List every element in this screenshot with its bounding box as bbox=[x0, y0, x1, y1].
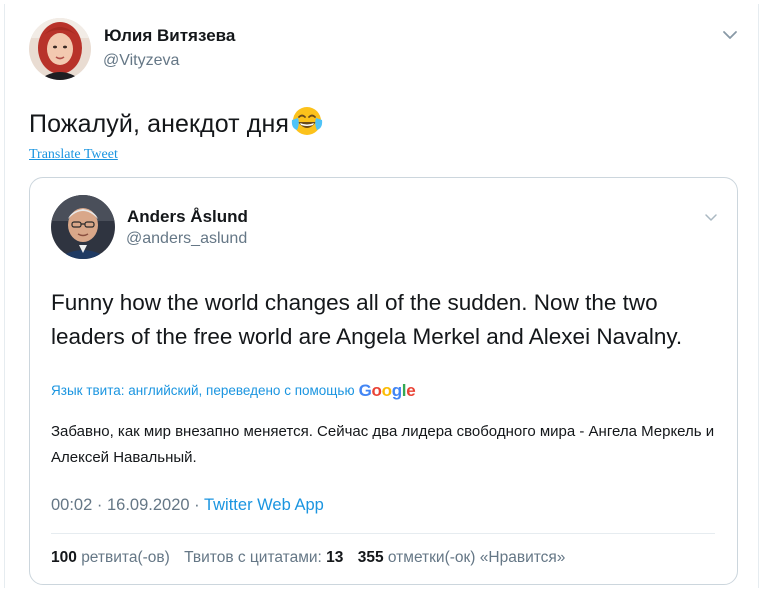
tweet-text: Пожалуй, анекдот дня bbox=[29, 104, 324, 139]
chevron-down-icon[interactable] bbox=[704, 210, 718, 221]
translation-note-label: Язык твита: английский, переведено с пом… bbox=[51, 383, 355, 398]
quotes-label: Твитов с цитатами: bbox=[184, 549, 322, 566]
retweets-label: ретвита(-ов) bbox=[81, 549, 170, 566]
tweet-card: Юлия Витязева @Vityzeva Пожалуй, анекдот… bbox=[4, 4, 759, 588]
meta-separator: · bbox=[96, 496, 103, 514]
author-handle[interactable]: @Vityzeva bbox=[103, 52, 179, 70]
tweet-source-link[interactable]: Twitter Web App bbox=[204, 496, 324, 514]
meta-separator: · bbox=[194, 496, 200, 514]
quoted-author-avatar[interactable] bbox=[51, 195, 115, 259]
likes-stat[interactable]: 355 отметки(-ок) «Нравится» bbox=[358, 549, 566, 566]
quotes-count: 13 bbox=[326, 549, 344, 566]
google-logo: Google bbox=[358, 381, 416, 400]
tweet-time[interactable]: 00:02 bbox=[51, 496, 92, 514]
tweet-date[interactable]: 16.09.2020 bbox=[107, 496, 190, 514]
tweet-stats: 100 ретвита(-ов) Твитов с цитатами: 13 3… bbox=[51, 549, 565, 567]
quoted-tweet-card[interactable]: Anders Åslund @anders_aslund Funny how t… bbox=[29, 177, 738, 585]
author-name[interactable]: Юлия Витязева bbox=[104, 26, 235, 46]
chevron-down-icon[interactable] bbox=[721, 28, 739, 42]
tweet-text-body: Пожалуй, анекдот дня bbox=[29, 110, 289, 138]
retweets-count: 100 bbox=[51, 549, 77, 566]
likes-label: отметки(-ок) «Нравится» bbox=[387, 549, 566, 566]
quotes-stat[interactable]: Твитов с цитатами: 13 bbox=[184, 549, 343, 566]
retweets-stat[interactable]: 100 ретвита(-ов) bbox=[51, 549, 170, 566]
author-avatar[interactable] bbox=[29, 18, 91, 80]
tweet-timestamp: 00:02 · 16.09.2020 · Twitter Web App bbox=[51, 496, 324, 515]
divider bbox=[51, 533, 715, 534]
quoted-tweet-text: Funny how the world changes all of the s… bbox=[51, 290, 683, 349]
face-with-tears-of-joy-icon bbox=[290, 104, 324, 138]
translate-tweet-link[interactable]: Translate Tweet bbox=[29, 147, 118, 163]
quoted-author-handle[interactable]: @anders_aslund bbox=[126, 230, 247, 248]
likes-count: 355 bbox=[357, 549, 384, 566]
quoted-author-name[interactable]: Anders Åslund bbox=[127, 207, 248, 227]
translation-note[interactable]: Язык твита: английский, переведено с пом… bbox=[51, 381, 416, 401]
translated-text: Забавно, как мир внезапно меняется. Сейч… bbox=[51, 423, 715, 466]
